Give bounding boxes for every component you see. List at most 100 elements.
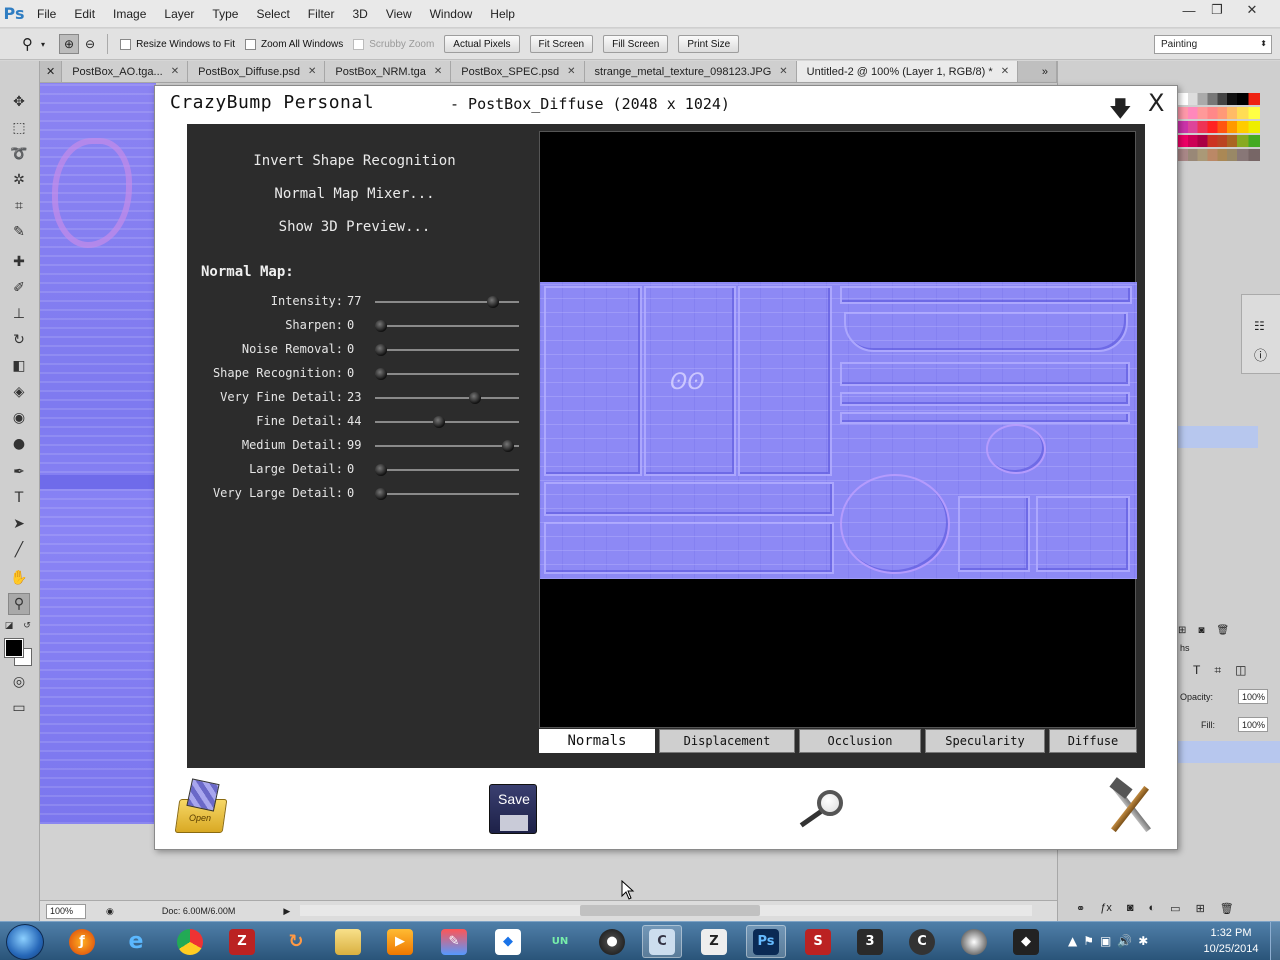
zoom-out-icon[interactable]: ⊖	[85, 37, 95, 51]
slider-knob[interactable]	[375, 488, 387, 500]
paths-tab[interactable]: hs	[1180, 643, 1190, 653]
tab-postbox-ao[interactable]: PostBox_AO.tga... ✕	[62, 61, 189, 82]
dropbox-icon[interactable]: ◆	[488, 925, 528, 958]
line-tool-icon[interactable]: ╱	[8, 539, 30, 561]
slider-track[interactable]	[375, 445, 519, 447]
minimize-button[interactable]: —	[1175, 0, 1203, 20]
status-menu-arrow-icon[interactable]: ▶	[283, 906, 290, 917]
tab-occlusion[interactable]: Occlusion	[799, 729, 921, 753]
new-group-icon[interactable]: ▭	[1170, 902, 1180, 915]
tab-close-icon[interactable]: ✕	[308, 66, 316, 77]
tab-close-icon[interactable]: ✕	[40, 61, 63, 82]
lasso-tool-icon[interactable]: ➰	[8, 143, 30, 165]
swatch-row[interactable]	[1178, 93, 1260, 105]
settings-tools-button[interactable]	[1107, 777, 1155, 836]
volume-icon[interactable]: 🔊	[1117, 934, 1132, 948]
fill-screen-button[interactable]: Fill Screen	[603, 35, 669, 53]
tab-close-icon[interactable]: ✕	[1001, 66, 1009, 77]
slider-knob[interactable]	[375, 464, 387, 476]
slider-knob[interactable]	[375, 320, 387, 332]
zoom-tool-icon[interactable]: ⚲	[22, 35, 33, 53]
history-brush-tool-icon[interactable]: ↻	[8, 329, 30, 351]
info-icon[interactable]: ⓘ	[1254, 345, 1267, 364]
tray-expand-icon[interactable]: ▲	[1068, 934, 1077, 948]
type-filter-icon[interactable]: T	[1193, 663, 1200, 678]
restore-button[interactable]: ❐	[1203, 0, 1231, 20]
close-button[interactable]: ✕	[1238, 0, 1266, 20]
actual-pixels-button[interactable]: Actual Pixels	[444, 35, 520, 53]
checkbox-box[interactable]	[120, 38, 132, 50]
tab-diffuse[interactable]: Diffuse	[1049, 729, 1137, 753]
action-center-flag-icon[interactable]: ⚑	[1083, 934, 1094, 948]
trash-icon[interactable]: 🗑	[1216, 625, 1229, 636]
clone-stamp-tool-icon[interactable]: ⊥	[8, 303, 30, 325]
tab-postbox-spec[interactable]: PostBox_SPEC.psd ✕	[451, 61, 585, 82]
zoom-in-icon[interactable]: ⊕	[59, 34, 80, 54]
menu-3d[interactable]: 3D	[343, 7, 376, 21]
firefox-icon[interactable]: ƒ	[62, 925, 102, 958]
fit-screen-button[interactable]: Fit Screen	[529, 35, 594, 53]
quick-mask-icon[interactable]: ◎	[8, 671, 30, 693]
foreground-color-swatch[interactable]	[4, 638, 24, 658]
swatch-row[interactable]	[1178, 121, 1260, 133]
slider-track[interactable]	[375, 421, 519, 423]
pen-tool-icon[interactable]: ✒	[8, 461, 30, 483]
paint-bucket-tool-icon[interactable]: ◈	[8, 381, 30, 403]
substance-icon[interactable]: S	[798, 925, 838, 958]
delete-layer-icon[interactable]: 🗑	[1220, 902, 1234, 915]
slider-track[interactable]	[375, 349, 519, 351]
slider-knob[interactable]	[375, 368, 387, 380]
slider-track[interactable]	[375, 469, 519, 471]
menu-file[interactable]: File	[28, 7, 65, 21]
tab-postbox-diffuse[interactable]: PostBox_Diffuse.psd ✕	[188, 61, 326, 82]
menu-help[interactable]: Help	[481, 7, 524, 21]
chrome-icon[interactable]	[170, 925, 210, 958]
tab-postbox-nrm[interactable]: PostBox_NRM.tga ✕	[325, 61, 452, 82]
menu-window[interactable]: Window	[421, 7, 482, 21]
invert-shape-recognition-link[interactable]: Invert Shape Recognition	[187, 153, 522, 169]
zbrush-icon[interactable]: Z	[694, 925, 734, 958]
checkbox-box[interactable]	[245, 38, 256, 50]
tab-close-icon[interactable]: ✕	[434, 66, 442, 77]
resize-windows-checkbox[interactable]: Resize Windows to Fit	[120, 38, 235, 50]
magnifier-button[interactable]	[795, 790, 847, 830]
file-explorer-icon[interactable]	[328, 925, 368, 958]
workspace-select[interactable]: Painting ⬍	[1154, 35, 1272, 54]
tab-normals[interactable]: Normals	[539, 729, 655, 753]
menu-edit[interactable]: Edit	[65, 7, 104, 21]
sync-app-icon[interactable]: ↻	[276, 925, 316, 958]
slider-track[interactable]	[375, 373, 519, 375]
swatch-row[interactable]	[1178, 135, 1260, 147]
tab-specularity[interactable]: Specularity	[925, 729, 1045, 753]
transform-icon[interactable]: ⌗	[1214, 663, 1221, 678]
menu-type[interactable]: Type	[203, 7, 247, 21]
tool-preset-arrow-icon[interactable]: ▾	[41, 40, 45, 49]
selected-layer-row[interactable]	[1178, 426, 1258, 448]
checkbox-box[interactable]	[353, 38, 365, 50]
blur-tool-icon[interactable]: ◉	[8, 407, 30, 429]
slider-track[interactable]	[375, 493, 519, 495]
path-selection-tool-icon[interactable]: ➤	[8, 513, 30, 535]
tab-close-icon[interactable]: ✕	[567, 66, 575, 77]
menu-image[interactable]: Image	[104, 7, 155, 21]
aperture-app-icon[interactable]	[954, 925, 994, 958]
circle-app-icon[interactable]: C	[902, 925, 942, 958]
active-layer-row[interactable]	[1178, 741, 1280, 763]
open-button[interactable]: Open	[174, 778, 228, 833]
filezilla-icon[interactable]: Z	[222, 925, 262, 958]
magic-wand-tool-icon[interactable]: ✲	[8, 169, 30, 191]
zoom-tool-icon[interactable]: ⚲	[8, 593, 30, 615]
link-layers-icon[interactable]: ⚭	[1076, 902, 1085, 915]
eraser-tool-icon[interactable]: ◧	[8, 355, 30, 377]
menu-view[interactable]: View	[377, 7, 421, 21]
crazybump-taskbar-icon[interactable]: C	[642, 925, 682, 958]
crop-tool-icon[interactable]: ⌗	[8, 195, 30, 217]
swap-colors-icon[interactable]: ↺	[20, 615, 34, 637]
hand-tool-icon[interactable]: ✋	[8, 567, 30, 589]
normal-map-mixer-link[interactable]: Normal Map Mixer...	[187, 186, 522, 202]
fill-input[interactable]: 100%	[1238, 717, 1268, 732]
scrollbar-thumb[interactable]	[580, 905, 760, 916]
swatch-row[interactable]	[1178, 149, 1260, 161]
crazybump-close-button[interactable]: X	[1148, 89, 1164, 117]
paint-app-icon[interactable]: ✎	[434, 925, 474, 958]
